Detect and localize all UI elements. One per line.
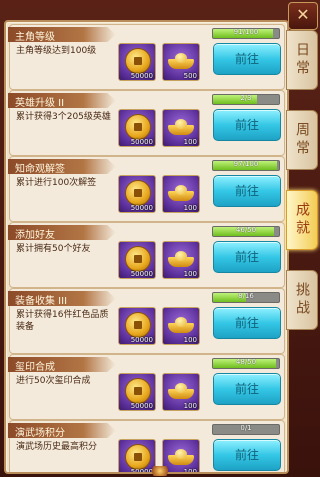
copper-coin-icon [125,180,151,206]
reward-count: 50000 [130,336,153,344]
reward-slot-ingot[interactable]: 100 [162,241,200,279]
quest-title-ribbon: 主角等级 [8,27,116,42]
progress-text: 97/100 [233,160,259,168]
reward-slot-coin[interactable]: 50000 [118,43,156,81]
reward-slot-ingot[interactable]: 500 [162,43,200,81]
close-button[interactable]: ✕ [288,2,318,30]
copper-coin-icon [125,378,151,404]
reward-count: 100 [183,336,197,344]
progress-bar: 8/16 [212,292,280,303]
quest-row: 英雄升级 II 累计获得3个205级英雄 50000 100 2/3 前往 [8,90,285,156]
copper-coin-icon [125,114,151,140]
copper-coin-icon [125,246,151,272]
quest-title-ribbon: 英雄升级 II [8,93,116,108]
go-button[interactable]: 前往 [213,241,281,273]
gold-ingot-icon [168,251,194,267]
progress-text: 2/3 [240,94,252,102]
quest-description: 演武场历史最高积分 [16,442,98,452]
go-button[interactable]: 前往 [213,43,281,75]
reward-count: 50000 [130,138,153,146]
go-button[interactable]: 前往 [213,373,281,405]
gold-ingot-icon [168,53,194,69]
reward-slot-ingot[interactable]: 100 [162,109,200,147]
quest-title-ribbon: 知命观解签 [8,159,116,174]
copper-coin-icon [125,312,151,338]
copper-coin-icon [125,48,151,74]
quest-title-ribbon: 演武场积分 [8,423,116,438]
quest-description: 进行50次玺印合成 [16,376,91,386]
progress-text: 91/100 [233,28,259,36]
quest-title: 主角等级 [15,32,55,43]
tab-weekly[interactable]: 周常 [286,110,318,170]
reward-count: 100 [183,270,197,278]
reward-slot-ingot[interactable]: 100 [162,175,200,213]
bottom-ornament [150,466,170,476]
reward-count: 50000 [130,402,153,410]
go-button[interactable]: 前往 [213,307,281,339]
tab-challenge[interactable]: 挑战 [286,270,318,330]
progress-text: 46/50 [235,226,257,234]
go-button[interactable]: 前往 [213,109,281,141]
quest-title-ribbon: 装备收集 III [8,291,116,306]
quest-title-ribbon: 添加好友 [8,225,116,240]
tab-achievement[interactable]: 成就 [286,190,318,250]
reward-slot-coin[interactable]: 50000 [118,307,156,345]
reward-count: 50000 [130,204,153,212]
reward-count: 100 [183,138,197,146]
quest-description: 累计拥有50个好友 [16,244,91,254]
go-button[interactable]: 前往 [213,175,281,207]
progress-bar: 97/100 [212,160,280,171]
tab-daily[interactable]: 日常 [286,30,318,90]
reward-count: 50000 [130,270,153,278]
quest-row: 添加好友 累计拥有50个好友 50000 100 46/50 前往 [8,222,285,288]
quest-description: 累计进行100次解签 [16,178,97,188]
progress-text: 0/1 [240,424,252,432]
close-x-icon: ✕ [296,5,310,24]
quest-row: 主角等级 主角等级达到100级 50000 500 91/100 前往 [8,24,285,90]
gold-ingot-icon [168,119,194,135]
reward-count: 100 [183,402,197,410]
quest-row: 知命观解签 累计进行100次解签 50000 100 97/100 前往 [8,156,285,222]
quest-description: 主角等级达到100级 [16,46,97,56]
quest-description: 累计获得16件红色品质装备 [16,310,109,332]
progress-text: 8/16 [238,292,254,300]
progress-text: 48/50 [235,358,257,366]
quest-description: 累计获得3个205级英雄 [16,112,111,122]
quest-title: 演武场积分 [15,428,65,439]
reward-slot-ingot[interactable]: 100 [162,307,200,345]
reward-slot-coin[interactable]: 50000 [118,373,156,411]
go-button[interactable]: 前往 [213,439,281,471]
reward-count: 100 [183,204,197,212]
quest-title: 添加好友 [15,230,55,241]
reward-slot-ingot[interactable]: 100 [162,373,200,411]
progress-bar: 2/3 [212,94,280,105]
progress-bar: 46/50 [212,226,280,237]
reward-slot-coin[interactable]: 50000 [118,109,156,147]
achievement-list[interactable]: 主角等级 主角等级达到100级 50000 500 91/100 前往 英雄升级… [4,20,289,474]
quest-row: 装备收集 III 累计获得16件红色品质装备 50000 100 8/16 前往 [8,288,285,354]
gold-ingot-icon [168,185,194,201]
quest-row: 玺印合成 进行50次玺印合成 50000 100 48/50 前往 [8,354,285,420]
progress-bar: 0/1 [212,424,280,435]
reward-count: 100 [183,468,197,474]
progress-bar: 48/50 [212,358,280,369]
gold-ingot-icon [168,317,194,333]
reward-slot-coin[interactable]: 50000 [118,175,156,213]
category-tabs: 日常 周常 成就 挑战 [286,30,318,330]
gold-ingot-icon [168,449,194,465]
progress-bar: 91/100 [212,28,280,39]
quest-title: 玺印合成 [15,362,55,373]
reward-count: 50000 [130,72,153,80]
quest-title: 英雄升级 II [15,98,65,109]
quest-title-ribbon: 玺印合成 [8,357,116,372]
copper-coin-icon [125,444,151,470]
quest-row: 演武场积分 演武场历史最高积分 50000 100 0/1 前往 [8,420,285,474]
reward-count: 500 [183,72,197,80]
quest-title: 装备收集 III [15,296,68,307]
reward-slot-coin[interactable]: 50000 [118,241,156,279]
quest-title: 知命观解签 [15,164,65,175]
gold-ingot-icon [168,383,194,399]
